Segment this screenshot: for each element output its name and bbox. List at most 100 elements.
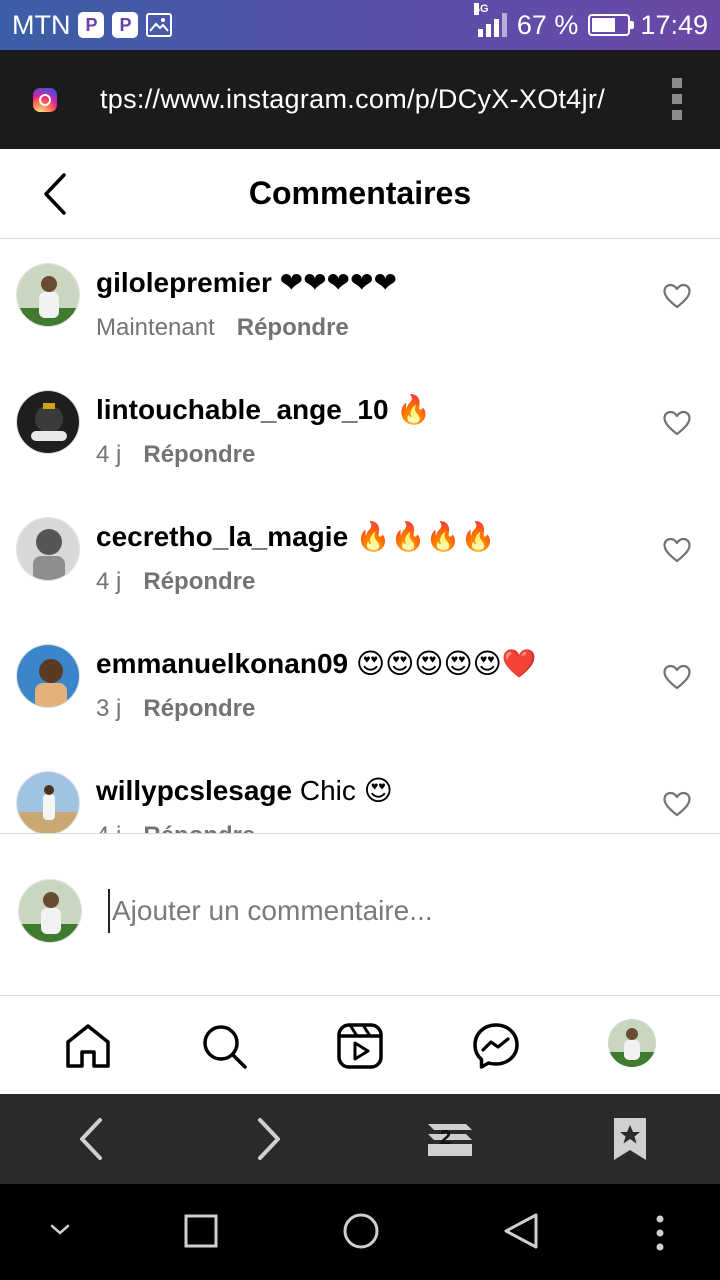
nav-collapse-button[interactable]	[48, 1220, 72, 1245]
messenger-icon	[473, 1023, 519, 1069]
comment-time: 3 j	[96, 695, 122, 722]
nav-reels-button[interactable]	[336, 1022, 384, 1070]
reply-button[interactable]: Répondre	[143, 822, 255, 833]
overflow-menu-button[interactable]	[654, 1214, 666, 1257]
like-button[interactable]	[663, 283, 691, 309]
battery-percent: 67 %	[516, 9, 579, 40]
heart-outline-icon	[663, 537, 691, 563]
comments-header: Commentaires	[0, 149, 720, 239]
nav-messenger-button[interactable]	[472, 1022, 520, 1070]
comment-body: ❤❤❤❤❤	[279, 267, 397, 298]
comment-username[interactable]: emmanuelkonan09	[96, 648, 348, 679]
comment-meta: 3 j Répondre	[96, 695, 255, 723]
comment-item: willypcslesage Chic 😍 4 j Répondre	[0, 747, 720, 833]
comment-meta: 4 j Répondre	[96, 568, 255, 596]
network-type: 4G	[473, 3, 489, 15]
instagram-favicon-icon	[33, 87, 57, 112]
comment-username[interactable]: willypcslesage	[96, 775, 292, 806]
nav-home-button[interactable]	[64, 1022, 112, 1070]
browser-menu-icon[interactable]	[672, 78, 682, 120]
comment-item: gilolepremier ❤❤❤❤❤ Maintenant Répondre	[0, 239, 720, 366]
app-notification-icon: P	[78, 12, 105, 38]
reply-button[interactable]: Répondre	[143, 441, 255, 468]
comment-body: 🔥🔥🔥🔥	[355, 521, 496, 552]
app-notification-icon: P	[112, 12, 139, 38]
comment-text: cecretho_la_magie 🔥🔥🔥🔥	[96, 520, 495, 553]
comment-text: willypcslesage Chic 😍	[96, 774, 393, 807]
heart-outline-icon	[663, 664, 691, 690]
avatar[interactable]	[16, 263, 80, 327]
browser-back-button[interactable]	[72, 1114, 112, 1164]
arrow-right-icon	[258, 1118, 280, 1160]
avatar[interactable]	[16, 390, 80, 454]
comment-item: cecretho_la_magie 🔥🔥🔥🔥 4 j Répondre	[0, 493, 720, 620]
comment-text: lintouchable_ange_10 🔥	[96, 393, 431, 426]
like-button[interactable]	[663, 410, 691, 436]
comment-input[interactable]	[108, 889, 688, 933]
like-button[interactable]	[663, 664, 691, 690]
comment-meta: Maintenant Répondre	[96, 314, 349, 342]
carrier-name: MTN	[12, 9, 71, 40]
like-button[interactable]	[663, 791, 691, 817]
url-bar[interactable]: tps://www.instagram.com/p/DCyX-XOt4jr/	[0, 50, 720, 149]
status-left: MTN P P	[12, 9, 173, 41]
chevron-down-icon	[50, 1224, 70, 1235]
avatar[interactable]	[16, 771, 80, 833]
reply-button[interactable]: Répondre	[143, 568, 255, 595]
comment-text: gilolepremier ❤❤❤❤❤	[96, 266, 397, 299]
like-button[interactable]	[663, 537, 691, 563]
battery-fill	[592, 18, 616, 32]
comment-body: Chic 😍	[299, 775, 393, 806]
browser-forward-button[interactable]	[248, 1114, 288, 1164]
tab-count: 2	[440, 1127, 452, 1149]
comment-time: 4 j	[96, 441, 122, 468]
signal-strength-icon: 4G	[473, 3, 507, 37]
comment-username[interactable]: lintouchable_ange_10	[96, 394, 389, 425]
clock: 17:49	[640, 9, 708, 40]
comment-body: 🔥	[396, 394, 432, 425]
home-icon	[66, 1024, 110, 1068]
android-nav-bar	[0, 1184, 720, 1280]
comment-composer	[0, 833, 720, 996]
circle-icon	[343, 1213, 379, 1249]
heart-outline-icon	[663, 410, 691, 436]
comment-username[interactable]: gilolepremier	[96, 267, 272, 298]
recents-button[interactable]	[184, 1214, 218, 1253]
comment-meta: 4 j Répondre	[96, 441, 255, 469]
comment-meta: 4 j Répondre	[96, 822, 255, 833]
browser-toolbar	[0, 1094, 720, 1184]
bookmark-star-icon	[614, 1118, 646, 1160]
battery-icon	[588, 14, 635, 36]
avatar[interactable]	[16, 517, 80, 581]
status-right: 4G 67 % 17:49	[473, 3, 708, 41]
comment-body: 😍😍😍😍😍❤️	[355, 648, 537, 679]
comment-username[interactable]: cecretho_la_magie	[96, 521, 348, 552]
heart-outline-icon	[663, 791, 691, 817]
home-system-button[interactable]	[342, 1212, 380, 1255]
reply-button[interactable]: Répondre	[237, 314, 349, 341]
current-user-avatar	[18, 879, 82, 943]
comment-item: emmanuelkonan09 😍😍😍😍😍❤️ 3 j Répondre	[0, 620, 720, 747]
url-text[interactable]: tps://www.instagram.com/p/DCyX-XOt4jr/	[100, 84, 605, 115]
comments-list[interactable]: gilolepremier ❤❤❤❤❤ Maintenant Répondre l…	[0, 239, 720, 833]
comment-text: emmanuelkonan09 😍😍😍😍😍❤️	[96, 647, 537, 680]
page-title: Commentaires	[248, 175, 472, 211]
search-icon	[203, 1025, 247, 1069]
image-notification-icon	[146, 13, 173, 37]
comment-time: Maintenant	[96, 314, 215, 341]
nav-profile-button[interactable]	[608, 1019, 656, 1067]
square-icon	[184, 1214, 218, 1248]
comment-item: lintouchable_ange_10 🔥 4 j Répondre	[0, 366, 720, 493]
comment-time: 4 j	[96, 568, 122, 595]
triangle-back-icon	[504, 1213, 538, 1249]
nav-search-button[interactable]	[200, 1022, 248, 1070]
avatar[interactable]	[16, 644, 80, 708]
system-back-button[interactable]	[502, 1212, 540, 1255]
reply-button[interactable]: Répondre	[143, 695, 255, 722]
status-bar: MTN P P 4G 67 % 17:49	[0, 0, 720, 50]
arrow-left-icon	[80, 1118, 102, 1160]
heart-outline-icon	[663, 283, 691, 309]
instagram-bottom-nav	[0, 997, 720, 1094]
bookmarks-button[interactable]	[610, 1114, 650, 1164]
comment-time: 4 j	[96, 822, 121, 833]
